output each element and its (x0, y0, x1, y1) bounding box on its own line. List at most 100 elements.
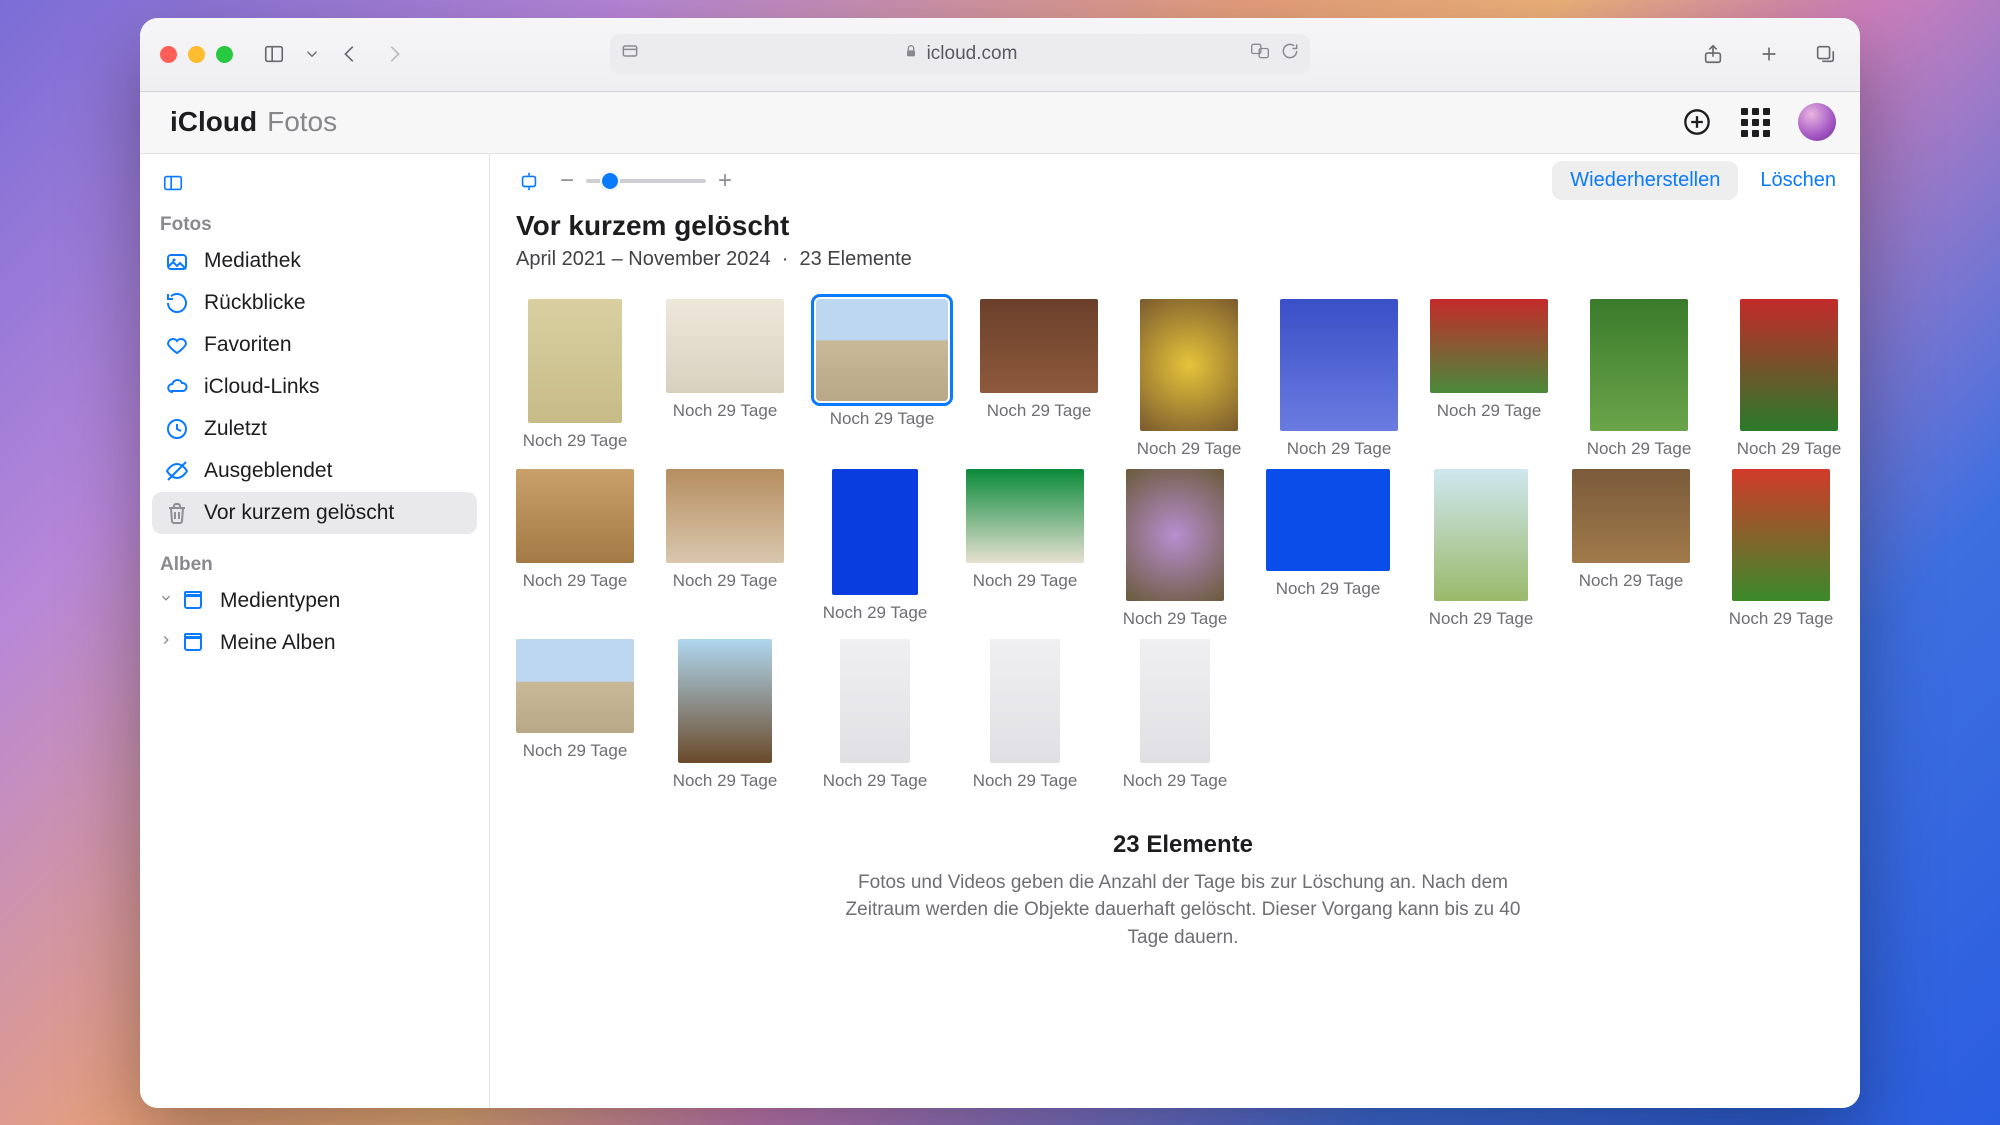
app-launcher-icon[interactable] (1740, 107, 1770, 137)
photo-item[interactable]: Noch 29 Tage (516, 299, 634, 459)
sidebar-item-my-albums[interactable]: Meine Alben (180, 622, 477, 664)
account-avatar[interactable] (1798, 103, 1836, 141)
translate-icon[interactable] (1250, 41, 1270, 67)
photo-item[interactable]: Noch 29 Tage (816, 639, 934, 791)
photo-thumbnail[interactable] (1732, 469, 1830, 601)
photo-thumbnail[interactable] (1572, 469, 1690, 563)
zoom-track[interactable] (586, 179, 706, 183)
sidebar-item-label: Mediathek (204, 249, 301, 273)
tab-group-dropdown-icon[interactable] (303, 39, 321, 69)
sidebar-item-library[interactable]: Mediathek (152, 240, 477, 282)
aspect-toggle-icon[interactable] (514, 166, 544, 196)
photo-item[interactable]: Noch 29 Tage (666, 639, 784, 791)
photo-item[interactable]: Noch 29 Tage (966, 469, 1084, 629)
photo-thumbnail[interactable] (1430, 299, 1548, 393)
zoom-out-icon[interactable]: − (560, 167, 574, 195)
photo-thumbnail[interactable] (516, 639, 634, 733)
photo-thumbnail[interactable] (980, 299, 1098, 393)
photo-thumbnail[interactable] (528, 299, 622, 423)
photo-item[interactable]: Noch 29 Tage (666, 469, 784, 629)
photo-thumbnail[interactable] (832, 469, 918, 595)
zoom-knob[interactable] (600, 171, 620, 191)
photo-thumbnail[interactable] (816, 299, 948, 401)
sidebar-item-label: Ausgeblendet (204, 459, 332, 483)
photo-thumbnail[interactable] (1280, 299, 1398, 431)
photo-thumbnail[interactable] (1140, 299, 1238, 431)
brand[interactable]: iCloud Fotos (164, 106, 337, 138)
sidebar-item-memories[interactable]: Rückblicke (152, 282, 477, 324)
photo-item[interactable]: Noch 29 Tage (1116, 639, 1234, 791)
sidebar-item-favorites[interactable]: Favoriten (152, 324, 477, 366)
photo-thumbnail[interactable] (1590, 299, 1688, 431)
collapse-sidebar-icon[interactable] (158, 168, 188, 198)
zoom-in-icon[interactable]: + (718, 167, 732, 195)
photo-item[interactable]: Noch 29 Tage (1572, 469, 1690, 629)
upload-button[interactable] (1682, 107, 1712, 137)
forward-button[interactable] (379, 39, 409, 69)
photo-item[interactable]: Noch 29 Tage (1730, 299, 1848, 459)
photo-item[interactable]: Noch 29 Tage (1266, 469, 1390, 629)
photo-thumbnail[interactable] (666, 469, 784, 563)
photo-thumbnail[interactable] (1266, 469, 1390, 571)
sidebar-item-label: Rückblicke (204, 291, 306, 315)
photo-item[interactable]: Noch 29 Tage (516, 639, 634, 791)
photo-item[interactable]: Noch 29 Tage (666, 299, 784, 459)
new-tab-icon[interactable] (1754, 39, 1784, 69)
sidebar-item-media-types[interactable]: Medientypen (180, 580, 477, 622)
close-window-button[interactable] (160, 46, 177, 63)
photo-thumbnail[interactable] (1740, 299, 1838, 431)
photo-thumbnail[interactable] (840, 639, 910, 763)
footer-description: Fotos und Videos geben die Anzahl der Ta… (843, 869, 1523, 952)
photo-thumbnail[interactable] (990, 639, 1060, 763)
reload-icon[interactable] (1280, 41, 1300, 67)
photo-caption: Noch 29 Tage (1123, 609, 1228, 629)
photo-thumbnail[interactable] (1126, 469, 1224, 601)
site-settings-icon[interactable] (620, 41, 640, 67)
disclosure-down-icon[interactable] (152, 591, 180, 610)
photo-item[interactable]: Noch 29 Tage (1580, 299, 1698, 459)
photo-thumbnail[interactable] (1140, 639, 1210, 763)
delete-button[interactable]: Löschen (1760, 169, 1836, 192)
photo-thumbnail[interactable] (966, 469, 1084, 563)
photo-item[interactable]: Noch 29 Tage (1430, 299, 1548, 459)
share-icon[interactable] (1698, 39, 1728, 69)
sidebar-item-hidden[interactable]: Ausgeblendet (152, 450, 477, 492)
restore-button[interactable]: Wiederherstellen (1552, 161, 1738, 200)
sidebar-item-recently-deleted[interactable]: Vor kurzem gelöscht (152, 492, 477, 534)
disclosure-right-icon[interactable] (152, 633, 180, 652)
photo-item[interactable]: Noch 29 Tage (816, 469, 934, 629)
app-header: iCloud Fotos (140, 92, 1860, 154)
photo-caption: Noch 29 Tage (1287, 439, 1392, 459)
folder-icon (180, 631, 206, 655)
minimize-window-button[interactable] (188, 46, 205, 63)
fullscreen-window-button[interactable] (216, 46, 233, 63)
photo-thumbnail[interactable] (666, 299, 784, 393)
photo-item[interactable]: Noch 29 Tage (816, 299, 948, 459)
sidebar-item-icloud-links[interactable]: iCloud-Links (152, 366, 477, 408)
photo-thumbnail[interactable] (1434, 469, 1528, 601)
back-button[interactable] (335, 39, 365, 69)
photo-item[interactable]: Noch 29 Tage (1280, 299, 1398, 459)
address-bar[interactable]: icloud.com (610, 34, 1310, 74)
sidebar-item-recent[interactable]: Zuletzt (152, 408, 477, 450)
photo-caption: Noch 29 Tage (673, 771, 778, 791)
page-title: Vor kurzem gelöscht (516, 210, 1834, 242)
window-controls (160, 46, 233, 63)
tabs-overview-icon[interactable] (1810, 39, 1840, 69)
photo-item[interactable]: Noch 29 Tage (980, 299, 1098, 459)
photo-item[interactable]: Noch 29 Tage (1116, 469, 1234, 629)
photo-grid-scroll[interactable]: Noch 29 TageNoch 29 TageNoch 29 TageNoch… (490, 281, 1860, 1108)
eye-off-icon (164, 459, 190, 483)
photo-thumbnail[interactable] (516, 469, 634, 563)
photo-caption: Noch 29 Tage (1737, 439, 1842, 459)
photo-item[interactable]: Noch 29 Tage (966, 639, 1084, 791)
photo-item[interactable]: Noch 29 Tage (516, 469, 634, 629)
photo-thumbnail[interactable] (678, 639, 772, 763)
photo-item[interactable]: Noch 29 Tage (1422, 469, 1540, 629)
sidebar-toggle-icon[interactable] (259, 39, 289, 69)
photo-caption: Noch 29 Tage (673, 401, 778, 421)
photo-item[interactable]: Noch 29 Tage (1130, 299, 1248, 459)
photo-item[interactable]: Noch 29 Tage (1722, 469, 1840, 629)
photo-caption: Noch 29 Tage (1437, 401, 1542, 421)
zoom-slider[interactable]: − + (560, 167, 732, 195)
